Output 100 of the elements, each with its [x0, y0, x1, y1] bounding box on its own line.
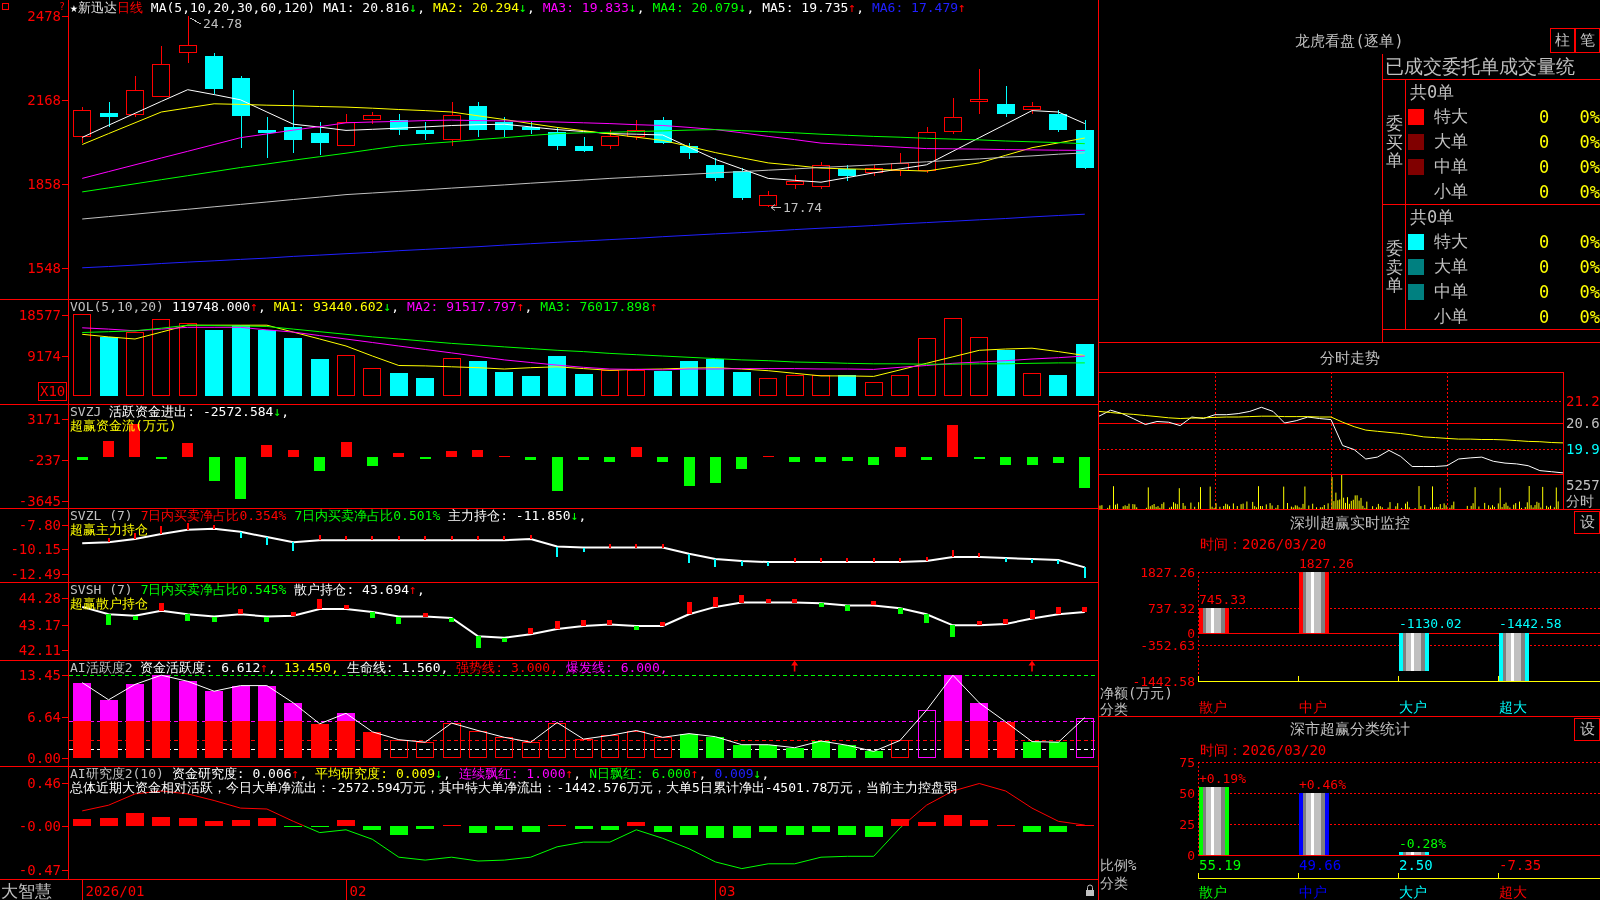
indicator-label: AI活跃度2	[70, 661, 133, 675]
category-label: 超大	[1499, 884, 1527, 900]
order-size-label: 大单	[1433, 255, 1468, 278]
candle	[627, 119, 645, 141]
price-axis-label: 20.6	[1566, 415, 1600, 431]
candle	[179, 15, 197, 64]
candle	[786, 174, 804, 190]
value-label: 49.66	[1299, 857, 1342, 873]
indicator-label: MA3: 19.833↓,	[542, 1, 645, 15]
candle	[601, 129, 619, 150]
indicator-label: 生命线: 1.560,	[346, 661, 449, 675]
indicator-label: SVZL (7)	[70, 509, 133, 523]
category-label: 中户	[1299, 884, 1327, 900]
candle	[258, 116, 276, 159]
y-axis-label: -237	[27, 452, 61, 469]
category-label: 散户	[1199, 884, 1227, 900]
candle	[891, 152, 909, 177]
indicator-label: 资金研究度: 0.006↑,	[171, 767, 308, 781]
y-axis-label: 1827.26	[1140, 565, 1195, 580]
indicator-label: 7日内买卖净占比0.354%	[140, 509, 287, 523]
table-title: 已成交委托单成交量统	[1385, 55, 1575, 77]
order-total: 共0单	[1410, 80, 1455, 104]
unit-label: X10	[38, 382, 68, 401]
annotation: 24.78	[203, 16, 243, 31]
order-count: 0	[1538, 256, 1550, 277]
lock-icon	[1086, 884, 1094, 896]
timestamp-label: 时间：2026/03/20	[1200, 742, 1327, 758]
order-count: 0	[1538, 131, 1550, 152]
candle	[337, 113, 355, 147]
candle	[944, 97, 962, 135]
indicator-label: 119748.000↑,	[171, 300, 266, 314]
category-label: 大户	[1399, 884, 1427, 900]
change-label: +0.46%	[1299, 777, 1346, 792]
order-size-label: 中单	[1433, 280, 1468, 303]
panel-title: 龙虎看盘(逐单)	[1295, 32, 1404, 52]
order-share: 0%	[1579, 106, 1600, 127]
order-share: 0%	[1579, 131, 1600, 152]
indicator-label: 7日内买卖净占比0.545%	[140, 583, 287, 597]
y-axis-label: -12.49	[10, 565, 61, 582]
date-label: 02	[349, 883, 367, 899]
indicator-label: SVSH (7)	[70, 583, 133, 597]
axis-title: 分类	[1100, 701, 1128, 716]
candle	[311, 121, 329, 156]
y-axis-label: 25	[1179, 817, 1195, 832]
indicator-label: 活跃资金进出: -2572.584↓,	[109, 405, 290, 419]
order-size-label: 小单	[1433, 305, 1468, 328]
price-axis-label: 19.9	[1566, 441, 1600, 458]
value-label: 745.33	[1199, 592, 1246, 607]
side-label: 委买单	[1385, 113, 1403, 171]
indicator-label: 平均研究度: 0.009↓,	[315, 767, 451, 781]
order-share: 0%	[1579, 156, 1600, 177]
candle	[100, 101, 118, 128]
y-axis-label: 0.00	[27, 750, 61, 766]
order-count: 0	[1538, 281, 1550, 302]
candle	[733, 167, 751, 201]
indicator-label: 7日内买卖净占比0.501%	[294, 509, 441, 523]
candle	[126, 75, 144, 118]
y-axis-label: 1548	[27, 260, 61, 277]
axis-hint-label: ?	[59, 1, 66, 12]
category-label: 中户	[1299, 699, 1327, 715]
candle	[759, 190, 777, 208]
y-axis-label: 13.45	[18, 667, 61, 684]
order-count: 0	[1538, 156, 1550, 177]
y-axis-label: 737.32	[1148, 601, 1195, 617]
view-mode-button[interactable]: 笔	[1575, 28, 1600, 53]
y-axis-label: -10.15	[10, 541, 61, 558]
indicator-label: 主力持仓: -11.850↓,	[448, 509, 587, 523]
order-size-label: 特大	[1433, 105, 1468, 128]
side-label: 委卖单	[1385, 238, 1403, 296]
indicator-label: 0.009↓,	[714, 767, 770, 781]
timestamp-label: 时间：2026/03/20	[1200, 536, 1327, 552]
order-share: 0%	[1579, 231, 1600, 252]
candle	[680, 142, 698, 160]
annotation: 17.74	[783, 200, 823, 215]
indicator-label: MA4: 20.079↓,	[652, 1, 755, 15]
settings-button[interactable]: 设	[1574, 717, 1600, 741]
panel-title: 深市超赢分类统计	[1289, 720, 1410, 738]
candle	[575, 136, 593, 153]
indicator-label: MA2: 20.294↓,	[432, 1, 535, 15]
y-axis-label: 42.11	[18, 641, 61, 658]
category-label: 超大	[1499, 699, 1527, 715]
candle	[812, 161, 830, 190]
axis-title: 比例%	[1100, 857, 1137, 873]
view-mode-button[interactable]: 柱	[1550, 28, 1575, 53]
indicator-label: 爆发线: 6.000,	[566, 661, 668, 675]
candle	[548, 126, 566, 151]
candle	[495, 116, 513, 138]
indicator-label: MA6: 17.479↑	[871, 1, 966, 15]
candle	[416, 121, 434, 141]
y-axis-label: 2168	[27, 92, 61, 109]
settings-button[interactable]: 设	[1574, 511, 1600, 534]
indicator-label: N日飘红: 6.000↑,	[589, 767, 707, 781]
value-label: -7.35	[1499, 857, 1542, 873]
indicator-caption: 超赢散户持仓	[70, 597, 148, 611]
candle	[706, 157, 724, 182]
candle	[838, 164, 856, 182]
order-count: 0	[1538, 106, 1550, 127]
indicator-label: MA(5,10,20,30,60,120)	[150, 1, 316, 15]
order-total: 共0单	[1410, 205, 1455, 229]
order-count: 0	[1538, 306, 1550, 327]
